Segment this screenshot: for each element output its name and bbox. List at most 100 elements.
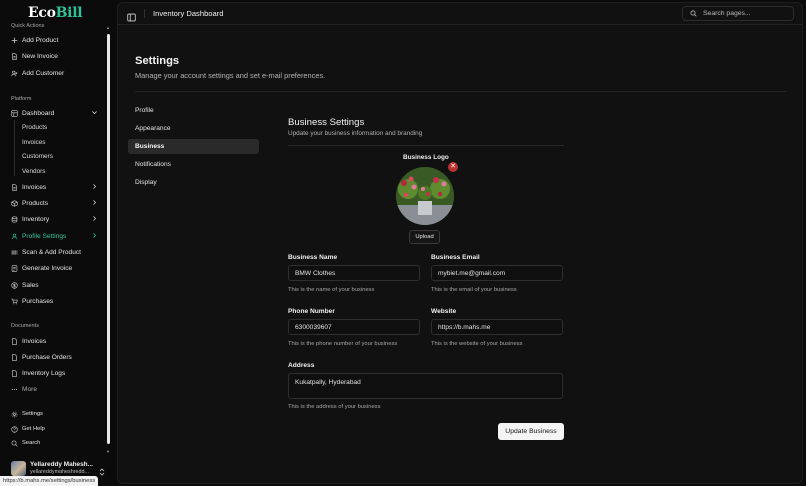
search-icon: [11, 440, 18, 447]
website-field[interactable]: https://b.mahs.me: [431, 319, 563, 335]
divider: [135, 91, 787, 92]
tab-display[interactable]: Display: [128, 175, 259, 190]
sidebar-item-label: Scan & Add Product: [22, 248, 82, 256]
file-icon: [11, 369, 18, 377]
sidebar-toggle-icon[interactable]: [127, 9, 136, 22]
quick-actions-label: Quick Actions: [11, 23, 45, 29]
sidebar-item-new-invoice[interactable]: New Invoice: [11, 49, 103, 63]
business-name-help: This is the name of your business: [288, 287, 375, 293]
user-name: Yellareddy Mahesh...: [30, 461, 93, 469]
sidebar-item-label: Add Customer: [22, 69, 65, 77]
website-help: This is the website of your business: [431, 341, 523, 347]
sidebar-footer-help[interactable]: Get Help: [11, 422, 103, 436]
brand-part2: Bill: [55, 5, 83, 21]
business-email-help: This is the email of your business: [431, 287, 517, 293]
submenu-line: [14, 120, 15, 176]
sidebar-footer-search[interactable]: Search: [11, 436, 103, 450]
sidebar: EcoBill Quick Actions Add Product New In…: [0, 0, 113, 486]
tab-business[interactable]: Business: [128, 139, 259, 154]
more-icon: [11, 386, 18, 393]
sidebar-subitem-vendors[interactable]: Vendors: [22, 165, 45, 177]
sidebar-item-scan-add-product[interactable]: Scan & Add Product: [11, 245, 103, 259]
sidebar-item-products[interactable]: Products: [11, 196, 103, 210]
page-title: Settings: [135, 55, 180, 67]
upload-button[interactable]: Upload: [409, 230, 440, 244]
sidebar-doc-inventory-logs[interactable]: Inventory Logs: [11, 366, 103, 380]
business-email-value: mybiet.me@gmail.com: [438, 269, 506, 277]
sidebar-footer-settings[interactable]: Settings: [11, 407, 103, 421]
receipt-icon: [11, 264, 18, 272]
sidebar-scrollbar[interactable]: ▲ ▼: [106, 26, 110, 454]
sidebar-item-label: Profile Settings: [22, 232, 67, 240]
divider: [288, 145, 564, 146]
sidebar-subitem-invoices[interactable]: Invoices: [22, 136, 45, 148]
address-value: Kukatpally, Hyderabad: [295, 379, 361, 386]
tab-profile[interactable]: Profile: [128, 103, 259, 118]
brand-logo[interactable]: EcoBill: [28, 5, 83, 21]
sidebar-item-purchases[interactable]: Purchases: [11, 294, 103, 308]
sidebar-item-add-customer[interactable]: Add Customer: [11, 66, 103, 80]
tab-appearance[interactable]: Appearance: [128, 121, 259, 136]
sidebar-item-dashboard[interactable]: Dashboard: [11, 106, 103, 120]
chevron-right-icon[interactable]: [91, 232, 98, 239]
phone-number-field[interactable]: 6300039607: [288, 319, 420, 335]
sidebar-doc-invoices[interactable]: Invoices: [11, 334, 103, 348]
website-value: https://b.mahs.me: [438, 323, 491, 331]
chevrons-up-down-icon: [99, 463, 105, 476]
sidebar-item-add-product[interactable]: Add Product: [11, 33, 103, 47]
update-business-button[interactable]: Update Business: [498, 423, 564, 440]
chevron-down-icon[interactable]: [91, 109, 98, 116]
plus-icon: [11, 37, 18, 44]
chevron-right-icon[interactable]: [91, 199, 98, 206]
sidebar-item-generate-invoice[interactable]: Generate Invoice: [11, 261, 103, 275]
sidebar-item-inventory[interactable]: Inventory: [11, 212, 103, 226]
address-field[interactable]: Kukatpally, Hyderabad: [288, 373, 563, 399]
sidebar-item-label: Get Help: [22, 426, 45, 432]
sidebar-item-label: Add Product: [22, 36, 59, 44]
topbar-divider: [144, 9, 145, 18]
logo-label: Business Logo: [403, 154, 449, 161]
documents-label: Documents: [11, 323, 39, 329]
box-icon: [11, 199, 18, 207]
sidebar-doc-more[interactable]: More: [11, 382, 103, 396]
platform-label: Platform: [11, 96, 32, 102]
scroll-down-icon[interactable]: ▼: [106, 450, 110, 454]
gear-icon: [11, 411, 18, 418]
page-subtitle: Manage your account settings and set e-m…: [135, 71, 326, 80]
business-logo-image[interactable]: [396, 167, 454, 225]
sidebar-subitem-customers[interactable]: Customers: [22, 150, 53, 162]
search-input[interactable]: Search pages...: [682, 6, 794, 21]
topbar: Inventory Dashboard Search pages...: [118, 3, 802, 25]
search-placeholder: Search pages...: [703, 10, 751, 17]
section-subtitle: Update your business information and bra…: [288, 130, 423, 137]
phone-number-help: This is the phone number of your busines…: [288, 341, 398, 347]
file-icon: [11, 52, 18, 60]
chevron-right-icon[interactable]: [91, 183, 98, 190]
user-menu[interactable]: Yellareddy Mahesh... yellareddymaheshred…: [11, 458, 107, 478]
sidebar-item-invoices[interactable]: Invoices: [11, 180, 103, 194]
scrollbar-thumb[interactable]: [107, 34, 110, 444]
scroll-up-icon[interactable]: ▲: [106, 26, 110, 30]
remove-logo-button[interactable]: ✕: [448, 162, 458, 172]
sidebar-doc-purchase-orders[interactable]: Purchase Orders: [11, 350, 103, 364]
sidebar-item-label: Sales: [22, 281, 39, 289]
tab-notifications[interactable]: Notifications: [128, 157, 259, 172]
sidebar-item-sales[interactable]: Sales: [11, 278, 103, 292]
sidebar-item-label: Products: [22, 199, 49, 207]
business-email-label: Business Email: [431, 254, 480, 261]
barcode-icon: [11, 249, 18, 256]
business-email-field[interactable]: mybiet.me@gmail.com: [431, 265, 563, 281]
business-name-field[interactable]: BMW Clothes: [288, 265, 420, 281]
address-label: Address: [288, 362, 315, 369]
sidebar-item-label: Purchase Orders: [22, 353, 72, 361]
sidebar-item-profile-settings[interactable]: Profile Settings: [11, 229, 103, 243]
phone-number-label: Phone Number: [288, 308, 335, 315]
sidebar-item-label: Dashboard: [22, 109, 55, 117]
user-icon: [11, 233, 18, 240]
file-icon: [11, 353, 18, 361]
cart-icon: [11, 298, 18, 305]
chevron-right-icon[interactable]: [91, 215, 98, 222]
sidebar-subitem-products[interactable]: Products: [22, 121, 47, 133]
dollar-icon: [11, 281, 18, 289]
phone-number-value: 6300039607: [295, 323, 332, 331]
